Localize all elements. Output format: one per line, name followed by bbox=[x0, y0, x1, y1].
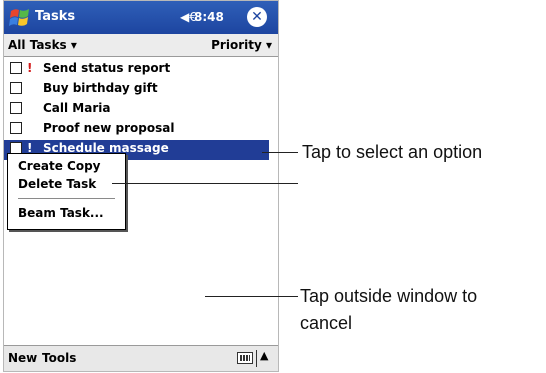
filter-bar: All Tasks ▾ Priority ▾ bbox=[4, 34, 278, 57]
close-button[interactable]: ✕ bbox=[247, 7, 267, 27]
task-label: Call Maria bbox=[43, 101, 111, 115]
task-checkbox[interactable] bbox=[10, 122, 22, 134]
sip-divider bbox=[256, 350, 257, 367]
task-row[interactable]: Proof new proposal bbox=[4, 120, 278, 140]
callout-line-cancel bbox=[205, 296, 298, 297]
task-row[interactable]: ! Send status report bbox=[4, 60, 278, 80]
task-label: Send status report bbox=[43, 61, 171, 75]
callout-select-option: Tap to select an option bbox=[302, 142, 483, 162]
category-filter-dropdown[interactable]: All Tasks ▾ bbox=[8, 38, 77, 52]
task-row[interactable]: Buy birthday gift bbox=[4, 80, 278, 100]
command-bar: New Tools ▲ bbox=[4, 345, 278, 371]
clock[interactable]: 8:48 bbox=[194, 10, 224, 24]
task-checkbox[interactable] bbox=[10, 102, 22, 114]
task-row[interactable]: Call Maria bbox=[4, 100, 278, 120]
pocketpc-screen: Tasks ◀€ 8:48 ✕ All Tasks ▾ Priority ▾ !… bbox=[3, 0, 279, 372]
callout-line-select bbox=[262, 152, 298, 153]
callout-cancel-line1: Tap outside window to bbox=[300, 286, 478, 306]
task-checkbox[interactable] bbox=[10, 62, 22, 74]
menu-divider bbox=[18, 198, 115, 199]
callout-line-menu bbox=[112, 183, 298, 184]
high-priority-icon: ! bbox=[27, 61, 33, 75]
menu-item-create-copy[interactable]: Create Copy bbox=[18, 159, 100, 173]
new-button[interactable]: New bbox=[8, 351, 37, 365]
callout-cancel-line2: cancel bbox=[300, 313, 353, 333]
sort-dropdown[interactable]: Priority ▾ bbox=[211, 38, 272, 52]
keyboard-icon[interactable] bbox=[237, 352, 253, 364]
task-label: Proof new proposal bbox=[43, 121, 175, 135]
app-title: Tasks bbox=[35, 9, 76, 24]
task-label: Buy birthday gift bbox=[43, 81, 158, 95]
menu-item-beam-task[interactable]: Beam Task... bbox=[18, 206, 104, 220]
windows-flag-icon[interactable] bbox=[9, 7, 31, 28]
tools-menu[interactable]: Tools bbox=[42, 351, 76, 365]
task-checkbox[interactable] bbox=[10, 82, 22, 94]
context-menu: Create Copy Delete Task Beam Task... bbox=[7, 153, 126, 230]
sip-arrow-icon[interactable]: ▲ bbox=[260, 349, 268, 362]
menu-item-delete-task[interactable]: Delete Task bbox=[18, 177, 96, 191]
title-bar: Tasks ◀€ 8:48 ✕ bbox=[4, 1, 278, 34]
